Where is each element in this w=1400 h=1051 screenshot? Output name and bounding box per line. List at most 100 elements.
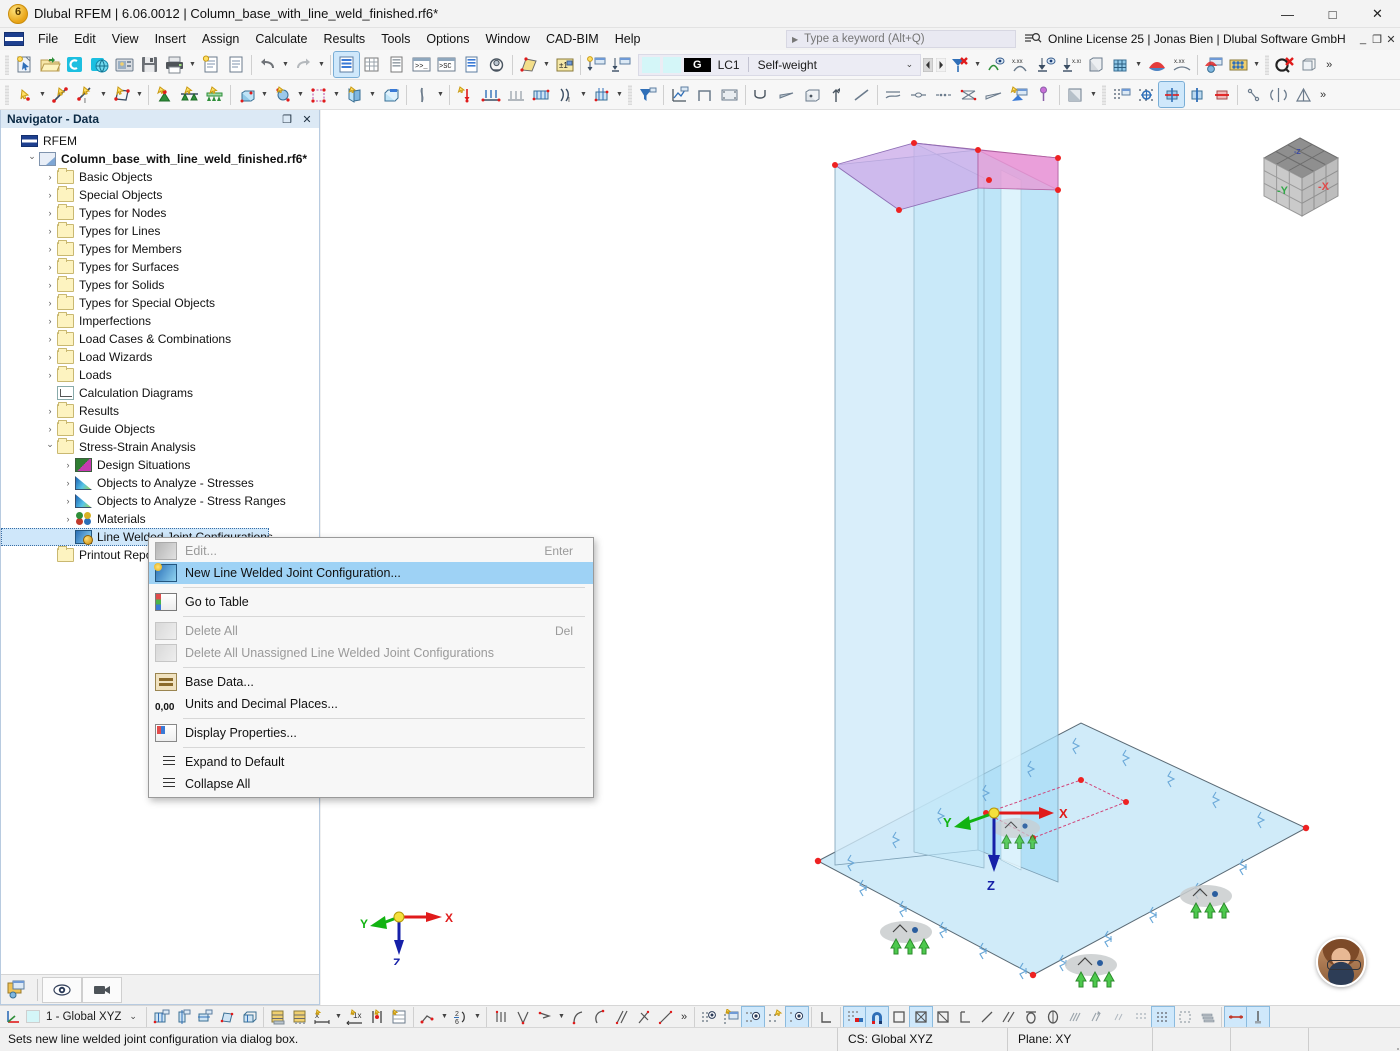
mdi-close-button[interactable]: ✕ <box>1384 33 1398 46</box>
undo-dropdown-caret[interactable]: ▼ <box>280 52 291 77</box>
layers-button[interactable] <box>1196 1007 1218 1027</box>
navigator-toggle-button[interactable] <box>333 51 360 78</box>
expander-icon[interactable] <box>25 154 39 165</box>
new-surface-button[interactable] <box>109 82 134 107</box>
redo-dropdown-caret[interactable]: ▼ <box>316 52 327 77</box>
spring-diagram-3-button[interactable] <box>931 82 956 107</box>
context-menu[interactable]: Edit... Enter New Line Welded Joint Config… <box>148 537 594 798</box>
tree-item[interactable]: Calculation Diagrams <box>1 384 319 402</box>
close-icon[interactable]: ✕ <box>297 113 317 126</box>
undock-icon[interactable]: ❐ <box>277 113 297 126</box>
tree-item[interactable]: RFEM <box>1 132 319 150</box>
tree-item[interactable]: Load Wizards <box>1 348 319 366</box>
section-button[interactable] <box>692 82 717 107</box>
imperfection-button[interactable] <box>410 82 435 107</box>
snap-corner-button[interactable] <box>954 1007 976 1027</box>
toolbar-grip-2[interactable] <box>1265 54 1270 75</box>
table-toggle-button[interactable] <box>359 52 384 77</box>
print-button[interactable] <box>162 52 187 77</box>
model-info-button[interactable] <box>112 52 137 77</box>
new-load-button[interactable] <box>270 82 295 107</box>
fraction-input-button[interactable]: 26 <box>450 1007 472 1027</box>
global-model-button[interactable] <box>87 52 112 77</box>
snap-direction-button[interactable] <box>534 1007 556 1027</box>
snap-to-grid-button[interactable] <box>1134 82 1159 107</box>
tree-item[interactable]: Load Cases & Combinations <box>1 330 319 348</box>
tree-item[interactable]: Special Objects <box>1 186 319 204</box>
selection-box-button[interactable] <box>1174 1007 1196 1027</box>
visibility-partial-button[interactable] <box>785 1006 810 1027</box>
menu-assign[interactable]: Assign <box>194 30 248 48</box>
visibility-toggle-button[interactable] <box>741 1006 766 1027</box>
load-case-next-button[interactable] <box>934 52 947 77</box>
line-result-button[interactable] <box>849 82 874 107</box>
mdi-minimize-button[interactable]: _ <box>1356 33 1370 45</box>
snap-perp-button[interactable] <box>633 1007 655 1027</box>
dimension-x-button[interactable]: x <box>311 1007 333 1027</box>
menu-tools[interactable]: Tools <box>373 30 418 48</box>
resize-grip[interactable] <box>1386 1027 1400 1051</box>
snap-node-button[interactable] <box>1086 1007 1108 1027</box>
visibility-new-button[interactable] <box>720 1007 742 1027</box>
diagram-results-button[interactable] <box>1144 52 1169 77</box>
snap-any-button[interactable] <box>1108 1007 1130 1027</box>
render-settings-button[interactable] <box>484 52 509 77</box>
tree-item[interactable]: Loads <box>1 366 319 384</box>
expander-icon[interactable] <box>43 352 57 362</box>
expander-icon[interactable] <box>43 406 57 416</box>
snap-direction-caret[interactable]: ▼ <box>556 1006 567 1027</box>
tree-item[interactable]: Objects to Analyze - Stresses <box>1 474 319 492</box>
minimize-button[interactable]: — <box>1265 0 1310 28</box>
snap-midpoint-button[interactable] <box>976 1007 998 1027</box>
coordinate-system-icon[interactable] <box>2 1007 24 1027</box>
coordinate-system-select[interactable]: 1 - Global XYZ ⌄ <box>26 1008 143 1026</box>
search-input[interactable] <box>802 32 993 46</box>
new-window-view-button[interactable] <box>1006 82 1031 107</box>
toolbar-grip-4[interactable] <box>628 84 632 105</box>
tree-item[interactable]: Types for Solids <box>1 276 319 294</box>
solid-view-button[interactable] <box>799 82 824 107</box>
vertical-guide-button[interactable] <box>1246 1006 1271 1027</box>
menu-edit[interactable]: Edit <box>66 30 104 48</box>
work-plane-3d-button[interactable] <box>238 1007 260 1027</box>
toolbar-overflow-chevron-2[interactable]: » <box>1316 89 1330 101</box>
new-node-button[interactable] <box>12 82 37 107</box>
horizontal-guide-button[interactable] <box>1224 1006 1249 1027</box>
new-solid-load-button[interactable] <box>589 82 614 107</box>
bottom-overflow-chevron[interactable]: » <box>677 1011 691 1023</box>
menu-item[interactable]: New Line Welded Joint Configuration... <box>149 562 593 584</box>
magnet-snap-button[interactable] <box>865 1006 890 1027</box>
toolbar-overflow-chevron[interactable]: » <box>1322 59 1336 71</box>
result-diagram-button[interactable] <box>667 82 692 107</box>
grid-display-button[interactable] <box>1109 82 1134 107</box>
new-free-load-caret[interactable]: ▼ <box>578 82 589 107</box>
expander-icon[interactable] <box>61 514 75 524</box>
new-load-caret[interactable]: ▼ <box>295 82 306 107</box>
dimension-y-button[interactable]: 1x <box>344 1007 366 1027</box>
support-agent-avatar[interactable] <box>1316 937 1366 987</box>
expander-icon[interactable] <box>43 208 57 218</box>
undo-button[interactable] <box>255 52 280 77</box>
imperfection-caret[interactable]: ▼ <box>435 82 446 107</box>
open-model-button[interactable] <box>37 52 62 77</box>
wedge-button[interactable] <box>981 82 1006 107</box>
toolbar-grip-5[interactable] <box>1102 84 1106 105</box>
new-opening-caret[interactable]: ▼ <box>331 82 342 107</box>
work-plane-xz-button[interactable] <box>194 1007 216 1027</box>
symmetry-button[interactable] <box>1291 82 1316 107</box>
work-plane-yz-button[interactable] <box>172 1007 194 1027</box>
tree-item[interactable]: Imperfections <box>1 312 319 330</box>
new-nodal-load-button[interactable] <box>453 82 478 107</box>
menu-window[interactable]: Window <box>477 30 537 48</box>
maximize-button[interactable]: □ <box>1310 0 1355 28</box>
mirror-view-button[interactable] <box>1266 82 1291 107</box>
fraction-caret[interactable]: ▼ <box>472 1006 483 1027</box>
new-line-support-button[interactable] <box>177 82 202 107</box>
load-case-selector[interactable]: G LC1 Self-weight ⌄ <box>638 53 922 76</box>
tree-item[interactable]: Types for Lines <box>1 222 319 240</box>
max-value-button[interactable]: x.xx <box>1058 52 1083 77</box>
tree-item[interactable]: Materials <box>1 510 319 528</box>
new-member-button[interactable]: I <box>73 82 98 107</box>
view-xyz-button[interactable] <box>1158 81 1185 108</box>
new-load-case-button[interactable] <box>584 52 609 77</box>
